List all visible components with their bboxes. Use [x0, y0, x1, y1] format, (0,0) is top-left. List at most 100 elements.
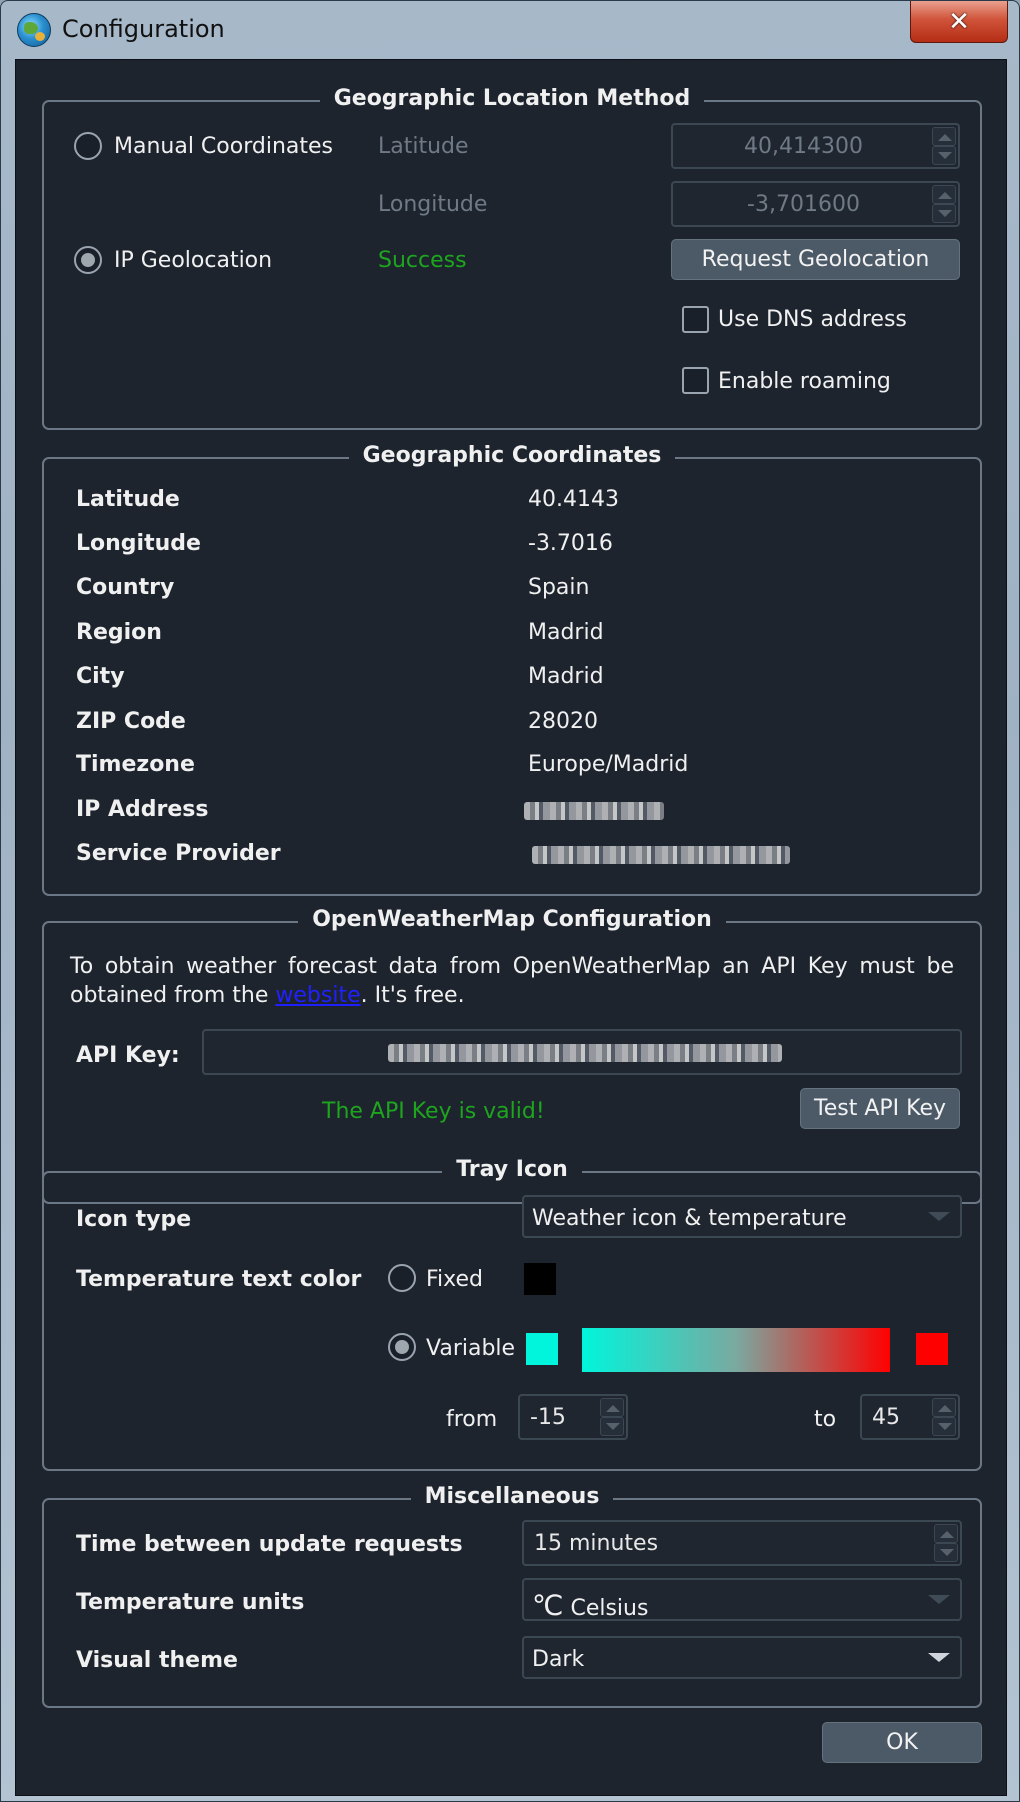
spin-down-icon[interactable]	[932, 146, 956, 165]
icon-type-label: Icon type	[76, 1207, 192, 1232]
coord-value: Europe/Madrid	[528, 752, 689, 777]
temperature-units-display: ℃ Celsius	[532, 1589, 648, 1622]
coord-value: Spain	[528, 575, 590, 600]
min-color-swatch[interactable]	[526, 1333, 558, 1365]
ip-geolocation-radio[interactable]	[74, 246, 102, 274]
use-dns-checkbox[interactable]	[682, 306, 709, 333]
visual-theme-value: Dark	[532, 1647, 585, 1672]
chevron-down-icon	[928, 1595, 950, 1604]
chevron-down-icon	[928, 1212, 950, 1221]
owm-text: To obtain weather forecast data from Ope…	[70, 954, 954, 1008]
icon-type-select[interactable]: Weather icon & temperature	[522, 1195, 962, 1238]
from-value: -15	[530, 1405, 566, 1430]
geo-method-group: Geographic Location Method Manual Coordi…	[42, 86, 982, 430]
enable-roaming-label[interactable]: Enable roaming	[718, 369, 891, 394]
manual-coordinates-label[interactable]: Manual Coordinates	[114, 134, 333, 159]
geo-method-title: Geographic Location Method	[319, 86, 705, 111]
globe-icon	[17, 13, 51, 47]
icon-type-value: Weather icon & temperature	[532, 1206, 847, 1231]
spin-up-icon[interactable]	[932, 1398, 956, 1417]
owm-title: OpenWeatherMap Configuration	[298, 907, 726, 932]
coord-value: Madrid	[528, 664, 604, 689]
api-key-status: The API Key is valid!	[322, 1099, 545, 1124]
tray-icon-group: Tray Icon Icon type Weather icon & tempe…	[42, 1157, 982, 1471]
enable-roaming-checkbox[interactable]	[682, 367, 709, 394]
coord-label: Longitude	[76, 531, 201, 556]
coord-label: Latitude	[76, 487, 180, 512]
service-provider-redacted	[532, 846, 790, 864]
spin-down-icon[interactable]	[932, 204, 956, 223]
visual-theme-select[interactable]: Dark	[522, 1636, 962, 1679]
spin-down-icon[interactable]	[600, 1417, 624, 1436]
celsius-icon: ℃	[532, 1589, 564, 1622]
temperature-units-select[interactable]: ℃ Celsius	[522, 1578, 962, 1622]
visual-theme-label: Visual theme	[76, 1648, 238, 1673]
spin-down-icon[interactable]	[934, 1543, 958, 1562]
close-icon: ✕	[948, 6, 970, 37]
window-title: Configuration	[62, 15, 225, 43]
variable-color-radio[interactable]	[388, 1333, 416, 1361]
spin-down-icon[interactable]	[932, 1417, 956, 1436]
api-key-input[interactable]	[202, 1029, 962, 1075]
from-label: from	[446, 1407, 498, 1432]
latitude-spinbox[interactable]: 40,414300	[671, 123, 960, 169]
coord-label: ZIP Code	[76, 709, 186, 734]
dialog-body: Geographic Location Method Manual Coordi…	[15, 59, 1007, 1796]
from-spinbox[interactable]: -15	[518, 1394, 628, 1440]
coord-value: Madrid	[528, 620, 604, 645]
misc-title: Miscellaneous	[410, 1484, 614, 1509]
longitude-spinbox[interactable]: -3,701600	[671, 181, 960, 227]
coord-value: -3.7016	[528, 531, 613, 556]
chevron-down-icon	[928, 1653, 950, 1662]
misc-group: Miscellaneous Time between update reques…	[42, 1484, 982, 1708]
spin-up-icon[interactable]	[932, 127, 956, 146]
coord-label: City	[76, 664, 125, 689]
coord-label: Timezone	[76, 752, 195, 777]
longitude-label: Longitude	[378, 192, 488, 217]
owm-description: To obtain weather forecast data from Ope…	[70, 952, 954, 1010]
website-link[interactable]: website	[275, 983, 360, 1008]
text-color-label: Temperature text color	[76, 1267, 362, 1292]
fixed-color-radio[interactable]	[388, 1264, 416, 1292]
to-label: to	[814, 1407, 837, 1432]
coord-label: Service Provider	[76, 841, 281, 866]
temperature-color-gradient	[582, 1328, 890, 1372]
title-bar[interactable]: Configuration ✕	[1, 1, 1020, 59]
update-interval-label: Time between update requests	[76, 1532, 463, 1557]
test-api-key-button[interactable]: Test API Key	[800, 1088, 960, 1129]
geo-coordinates-group: Geographic Coordinates Latitude 40.4143 …	[42, 443, 982, 896]
use-dns-label[interactable]: Use DNS address	[718, 307, 907, 332]
temperature-units-value: Celsius	[570, 1596, 649, 1621]
ip-address-redacted	[524, 802, 664, 820]
api-key-redacted	[388, 1044, 782, 1062]
spin-up-icon[interactable]	[932, 185, 956, 204]
fixed-color-label[interactable]: Fixed	[426, 1267, 483, 1292]
update-interval-spinbox[interactable]: 15 minutes	[522, 1520, 962, 1566]
manual-coordinates-radio[interactable]	[74, 132, 102, 160]
to-spinbox[interactable]: 45	[860, 1394, 960, 1440]
update-interval-value: 15 minutes	[534, 1531, 659, 1556]
variable-color-label[interactable]: Variable	[426, 1336, 515, 1361]
ip-geolocation-label[interactable]: IP Geolocation	[114, 248, 272, 273]
coord-label: Country	[76, 575, 175, 600]
fixed-color-swatch[interactable]	[524, 1263, 556, 1295]
tray-icon-title: Tray Icon	[442, 1157, 582, 1182]
spin-up-icon[interactable]	[934, 1524, 958, 1543]
coord-value: 28020	[528, 709, 598, 734]
api-key-label: API Key:	[76, 1043, 180, 1068]
coord-value: 40.4143	[528, 487, 619, 512]
owm-text-end: . It's free.	[360, 983, 465, 1008]
coord-label: IP Address	[76, 797, 209, 822]
coord-label: Region	[76, 620, 162, 645]
close-button[interactable]: ✕	[910, 1, 1008, 43]
longitude-input-value: -3,701600	[747, 192, 860, 217]
geolocation-status: Success	[378, 248, 467, 273]
spin-up-icon[interactable]	[600, 1398, 624, 1417]
geo-coordinates-title: Geographic Coordinates	[348, 443, 676, 468]
configuration-window: Configuration ✕ Geographic Location Meth…	[0, 0, 1020, 1802]
ok-button[interactable]: OK	[822, 1722, 982, 1763]
temperature-units-label: Temperature units	[76, 1590, 305, 1615]
max-color-swatch[interactable]	[916, 1333, 948, 1365]
request-geolocation-button[interactable]: Request Geolocation	[671, 239, 960, 280]
to-value: 45	[872, 1405, 900, 1430]
